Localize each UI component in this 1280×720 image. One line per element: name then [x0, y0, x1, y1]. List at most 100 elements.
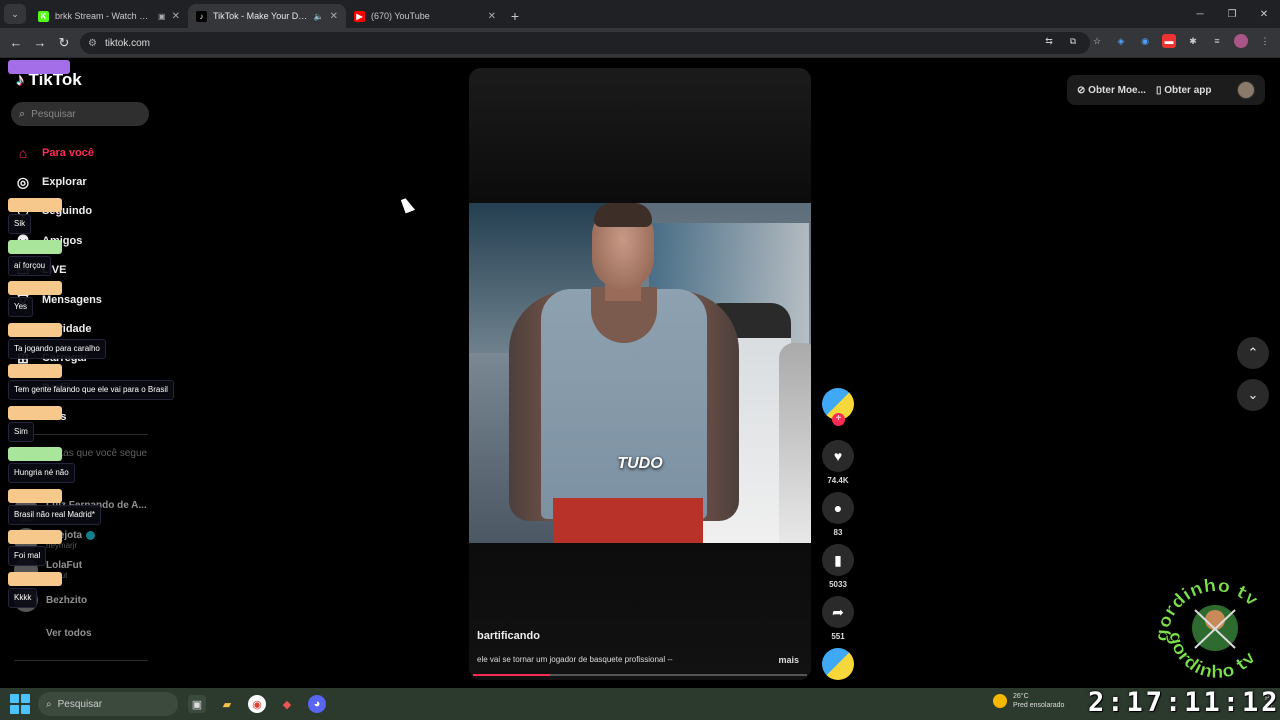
close-tab-icon[interactable]: ✕	[330, 11, 338, 22]
share-icon: ➦	[822, 596, 854, 628]
tab-search-menu-button[interactable]: ⌄	[4, 4, 26, 24]
browser-tab[interactable]: ♪ TikTok - Make Your Day 🔈 ✕	[188, 4, 346, 28]
live-highlight-badge	[8, 60, 70, 74]
browser-toolbar: ← → ↻ ⚙ tiktok.com ⇆ ⧉ ☆ ◈ ◉ ▬ ✱ ≡ ⋮	[0, 28, 1280, 58]
stream-chat-overlay: Sik aí forçou Yes Ta jogando para caralho Te…	[8, 60, 188, 688]
browser-tab[interactable]: Kbrkk Stream - Watch Live o ▣ ✕	[30, 4, 188, 28]
browser-tab[interactable]: ▶ (670) YouTube ✕	[346, 4, 504, 28]
install-icon[interactable]: ⧉	[1066, 34, 1080, 48]
address-bar[interactable]: ⚙ tiktok.com	[80, 32, 1090, 54]
chat-username-badge	[8, 530, 62, 544]
compass-icon: ◎	[16, 173, 30, 190]
previous-video-button[interactable]: ⌃	[1237, 337, 1269, 369]
share-count: 551	[831, 632, 845, 641]
search-input[interactable]: ⌕ Pesquisar	[11, 102, 149, 126]
video-player[interactable]: TUDO bartificando ele vai se tornar um j…	[469, 68, 811, 680]
video-description: ele vai se tornar um jogador de basquete…	[477, 655, 673, 664]
save-button[interactable]: ▮ 5033	[820, 544, 856, 589]
extension-1-icon[interactable]: ◈	[1114, 34, 1128, 48]
chat-message: Kkkk	[8, 587, 38, 608]
file-explorer-icon[interactable]: ▰	[218, 695, 236, 713]
chat-message: aí forçou	[8, 255, 52, 276]
extensions-puzzle-icon[interactable]: ✱	[1186, 34, 1200, 48]
browser-menu-icon[interactable]: ⋮	[1258, 34, 1272, 48]
music-disc-icon[interactable]	[822, 648, 854, 680]
more-button[interactable]: mais	[778, 655, 799, 665]
translate-icon[interactable]: ⇆	[1042, 34, 1056, 48]
chat-message: Tem gente falando que ele vai para o Bra…	[8, 380, 174, 400]
share-button[interactable]: ➦ 551	[820, 596, 856, 641]
task-view-icon[interactable]: ▣	[188, 695, 206, 713]
tab-audio-icon[interactable]: 🔈	[314, 12, 324, 21]
save-count: 5033	[829, 580, 847, 589]
temperature: 26°C	[1013, 693, 1029, 700]
get-coins-button[interactable]: ⊘ Obter Moe...	[1077, 85, 1146, 96]
maximize-button[interactable]: ❐	[1216, 0, 1248, 28]
video-frame	[469, 203, 811, 543]
like-button[interactable]: ♥ 74.4K	[820, 440, 856, 485]
url-text: tiktok.com	[104, 37, 150, 49]
video-progress-bar[interactable]	[473, 674, 807, 676]
get-app-button[interactable]: ▯ Obter app	[1156, 85, 1212, 96]
tab-strip: Kbrkk Stream - Watch Live o ▣ ✕ ♪ TikTok - M…	[30, 4, 504, 28]
chat-username-badge	[8, 405, 62, 420]
reload-button[interactable]: ↻	[52, 35, 76, 51]
chat-username-badge	[8, 488, 62, 503]
taskbar-search-placeholder: Pesquisar	[57, 698, 103, 710]
forward-button[interactable]: →	[28, 35, 52, 50]
tab-cast-icon[interactable]: ▣	[158, 12, 166, 21]
sun-icon	[993, 694, 1007, 708]
search-icon: ⌕	[19, 107, 26, 120]
next-video-button[interactable]: ⌄	[1237, 379, 1269, 411]
heart-icon: ♥	[822, 440, 854, 472]
extension-2-icon[interactable]: ◉	[1138, 34, 1152, 48]
comment-button[interactable]: ● 83	[820, 492, 856, 537]
chat-username-badge	[8, 281, 62, 295]
video-progress-fill	[473, 674, 550, 676]
bookmark-star-icon[interactable]: ☆	[1090, 34, 1104, 48]
close-tab-icon[interactable]: ✕	[172, 11, 180, 22]
close-tab-icon[interactable]: ✕	[488, 11, 496, 22]
close-window-button[interactable]: ✕	[1248, 0, 1280, 28]
comment-icon: ●	[822, 492, 854, 524]
tab-favicon-icon: ▶	[354, 10, 365, 22]
chat-username-badge	[8, 239, 62, 254]
extension-3-icon[interactable]: ▬	[1162, 34, 1176, 48]
profile-avatar[interactable]	[1234, 34, 1248, 48]
tab-favicon-icon: K	[38, 10, 49, 22]
chat-username-badge	[8, 364, 62, 378]
taskbar-search[interactable]: ⌕ Pesquisar	[38, 692, 178, 716]
sidebar-item-label: Para você	[42, 146, 94, 159]
back-button[interactable]: ←	[4, 35, 28, 50]
chrome-icon[interactable]: ◉	[248, 695, 266, 713]
home-icon: ⌂	[18, 144, 28, 161]
user-avatar[interactable]	[1237, 81, 1255, 99]
like-count: 74.4K	[827, 476, 849, 485]
chat-message: Yes	[8, 297, 34, 317]
site-info-icon[interactable]: ⚙	[88, 38, 97, 49]
minimize-button[interactable]: ─	[1184, 0, 1216, 28]
video-top-letterbox	[469, 68, 811, 203]
weather-condition: Pred ensolarado	[1013, 702, 1065, 709]
start-button[interactable]	[10, 694, 30, 714]
video-author[interactable]: bartificando	[477, 630, 540, 642]
sidebar-item-home[interactable]: ⌂ Para você	[14, 138, 144, 167]
new-tab-button[interactable]: +	[504, 4, 526, 28]
follow-plus-icon[interactable]: +	[832, 413, 845, 426]
taskbar-apps: ▣ ▰ ◉ ◆ ◕	[188, 695, 326, 713]
chat-message: Ta jogando para caralho	[8, 338, 106, 359]
app-icon[interactable]: ◆	[278, 695, 296, 713]
discord-icon[interactable]: ◕	[308, 695, 326, 713]
chat-message: Hungria né não	[8, 463, 75, 483]
sidebar-item-compass[interactable]: ◎ Explorar	[14, 167, 144, 196]
chat-username-badge	[8, 198, 62, 212]
weather-widget[interactable]: 26°C Pred ensolarado	[993, 692, 1064, 710]
chat-message: Sik	[8, 214, 32, 234]
chat-message: Foi mal	[8, 546, 47, 566]
tab-title: TikTok - Make Your Day	[213, 11, 308, 21]
watermark-face	[1205, 610, 1225, 630]
browser-tab-bar: ⌄ Kbrkk Stream - Watch Live o ▣ ✕ ♪ TikTok -…	[0, 0, 1280, 28]
tiktok-page: ♪ TikTok ⌕ Pesquisar ⌂ Para você ◎ Explorar…	[0, 58, 1280, 688]
extensions-area: ⇆ ⧉ ☆ ◈ ◉ ▬ ✱ ≡ ⋮	[1042, 34, 1272, 48]
media-control-icon[interactable]: ≡	[1210, 34, 1224, 48]
